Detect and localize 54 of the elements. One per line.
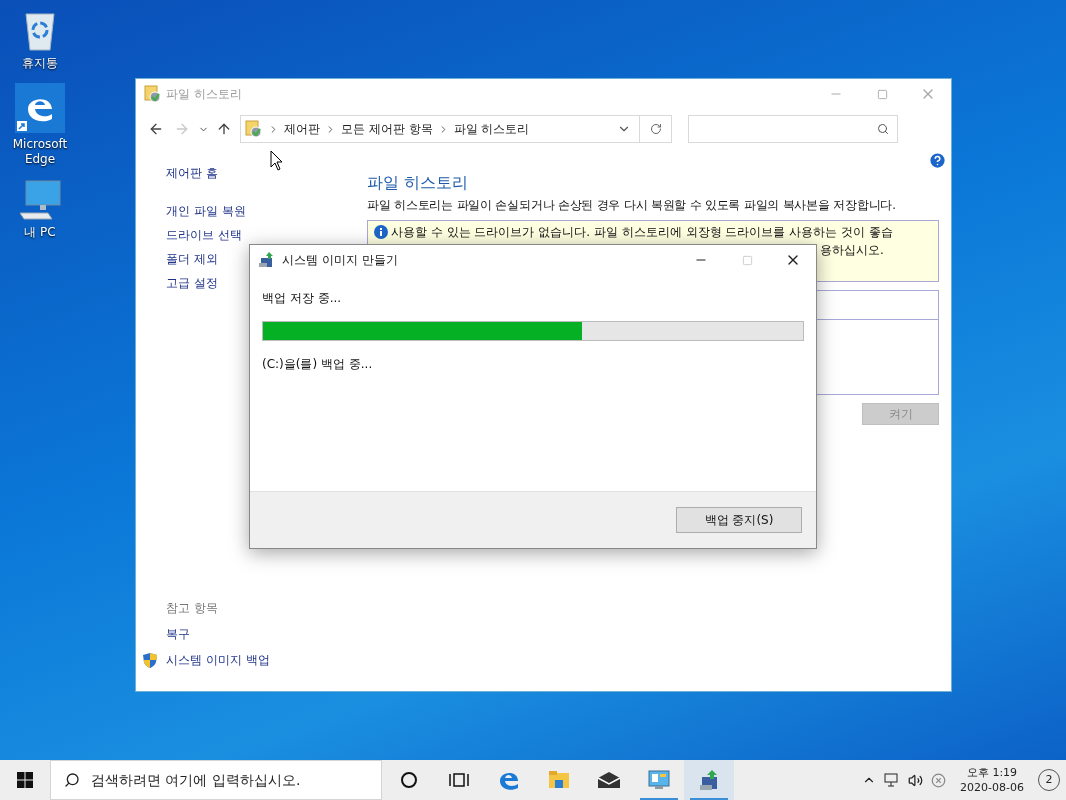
computer-icon bbox=[18, 179, 62, 221]
control-panel-icon bbox=[648, 770, 670, 790]
desktop-icon-label[interactable]: Microsoft Edge bbox=[5, 137, 75, 167]
search-field[interactable] bbox=[688, 115, 898, 143]
search-icon bbox=[64, 772, 80, 788]
location-icon bbox=[245, 120, 263, 138]
network-icon[interactable] bbox=[884, 773, 900, 787]
backup-icon bbox=[698, 769, 720, 791]
sidebar-link[interactable]: 개인 파일 복원 bbox=[166, 203, 367, 219]
sidebar-link[interactable]: 제어판 홈 bbox=[166, 165, 367, 181]
desktop-icon-label[interactable]: 휴지통 bbox=[22, 56, 58, 71]
stop-backup-button[interactable]: 백업 중지(S) bbox=[676, 507, 802, 533]
app-icon bbox=[144, 85, 162, 103]
folder-icon bbox=[548, 770, 570, 790]
detail-text: (C:)을(를) 백업 중... bbox=[262, 356, 374, 373]
taskbar-search-field[interactable]: 검색하려면 여기에 입력하십시오. bbox=[50, 760, 382, 800]
edge-icon bbox=[15, 83, 65, 133]
windows-logo-icon bbox=[17, 772, 33, 788]
shield-icon bbox=[142, 651, 158, 669]
maximize-icon bbox=[741, 254, 753, 266]
clock[interactable]: 오후 1:19 2020-08-06 bbox=[954, 765, 1030, 795]
sidebar-link[interactable]: 드라이브 선택 bbox=[166, 227, 367, 243]
backup-icon bbox=[258, 252, 274, 268]
dialog-title: 시스템 이미지 만들기 bbox=[282, 252, 398, 269]
running-indicator bbox=[690, 798, 728, 800]
error-status-icon[interactable] bbox=[931, 772, 946, 788]
breadcrumb-item[interactable]: 파일 히스토리 bbox=[453, 120, 530, 138]
see-also-link[interactable]: 시스템 이미지 백업 bbox=[166, 651, 270, 669]
task-view-icon bbox=[449, 771, 469, 789]
help-icon[interactable] bbox=[928, 151, 947, 170]
refresh-icon[interactable] bbox=[649, 123, 662, 135]
mail-icon bbox=[597, 771, 621, 789]
volume-icon[interactable] bbox=[908, 772, 923, 788]
breadcrumb-item[interactable]: 제어판 bbox=[284, 120, 320, 138]
breadcrumb-item[interactable]: 모든 제어판 항목 bbox=[341, 120, 433, 138]
clock-time: 오후 1:19 bbox=[966, 765, 1018, 780]
mouse-cursor-icon bbox=[270, 150, 284, 171]
desktop-icon-label[interactable]: 내 PC bbox=[24, 225, 56, 240]
maximize-icon bbox=[876, 88, 888, 100]
info-icon bbox=[374, 225, 388, 240]
search-icon bbox=[877, 123, 889, 135]
window-title: 파일 히스토리 bbox=[166, 86, 242, 103]
cortana-icon bbox=[400, 771, 418, 789]
info-text: 용하십시오. bbox=[820, 242, 885, 260]
running-indicator bbox=[640, 798, 678, 800]
address-bar[interactable]: 제어판 모든 제어판 항목 파일 히스토리 bbox=[240, 115, 672, 143]
arrow-up-icon bbox=[216, 121, 232, 137]
clock-date: 2020-08-06 bbox=[960, 780, 1024, 795]
info-text: 사용할 수 있는 드라이브가 없습니다. 파일 히스토리에 외장형 드라이브를 사용하는 것이 좋습 bbox=[391, 224, 893, 242]
page-heading: 파일 히스토리 bbox=[367, 172, 470, 194]
description-text: 파일 히스토리는 파일이 손실되거나 손상된 경우 다시 복원할 수 있도록 파일의 복사본을 저장합니다. bbox=[367, 197, 897, 214]
see-also-link[interactable]: 복구 bbox=[166, 625, 190, 643]
status-text: 백업 저장 중... bbox=[262, 290, 343, 307]
see-also-heading: 참고 항목 bbox=[166, 600, 219, 617]
